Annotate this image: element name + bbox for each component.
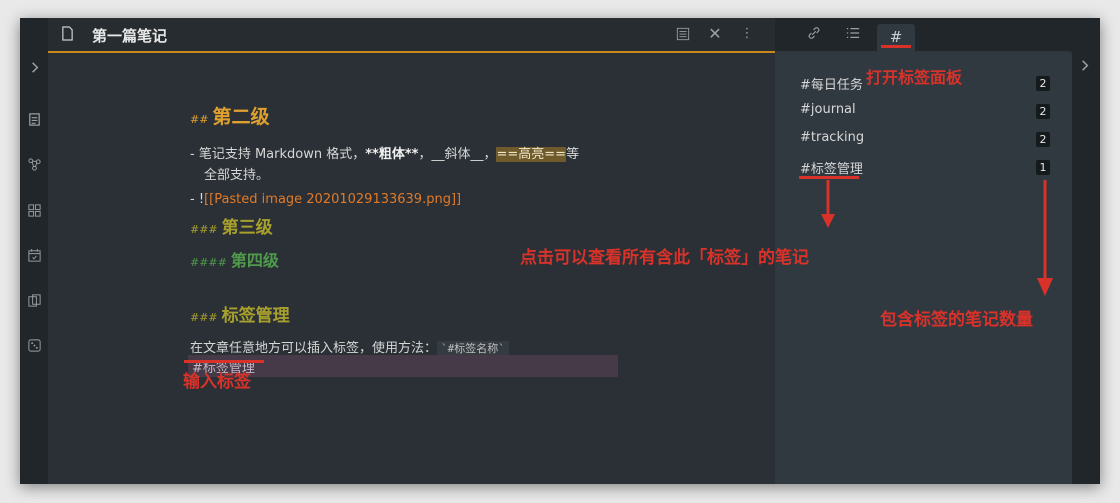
chevron-right-icon[interactable] (1077, 58, 1092, 77)
tag-item[interactable]: #标签管理 (800, 158, 863, 177)
tag-count: 2 (1036, 76, 1050, 91)
random-note-icon[interactable] (24, 336, 44, 356)
open-quick-switcher-icon[interactable] (24, 110, 44, 130)
book-open-icon[interactable] (675, 27, 691, 45)
annotation-underline-input (184, 360, 264, 363)
image-link[interactable]: [[Pasted image 20201029133639.png]] (204, 192, 461, 207)
list-icon[interactable] (845, 26, 861, 44)
editor-header: 第一篇笔记 ✕ ⋮ (48, 18, 775, 53)
link-icon[interactable] (806, 26, 822, 44)
chevron-right-icon[interactable] (24, 58, 44, 78)
annotation-count-note: 包含标签的笔记数量 (880, 310, 1033, 330)
arrow-down-icon (821, 180, 835, 228)
annotation-underline-tag (799, 176, 859, 179)
daily-note-icon[interactable] (24, 246, 44, 266)
file-icon (60, 26, 74, 45)
heading-3-tags: ### 标签管理 (190, 306, 290, 326)
bullet-1-cont: 全部支持。 (204, 168, 270, 183)
tag-item[interactable]: #tracking (800, 130, 864, 145)
annotation-input-tag: 输入标签 (183, 372, 251, 392)
inline-code: `#标签名称` (437, 341, 509, 356)
more-vertical-icon[interactable]: ⋮ (740, 26, 754, 42)
tag-count: 2 (1036, 104, 1050, 119)
tag-count: 1 (1036, 160, 1050, 175)
bullet-1: - 笔记支持 Markdown 格式，**粗体**，__斜体__，==高亮==等 (190, 147, 580, 162)
annotation-underline-tab (881, 45, 911, 48)
editor-pane[interactable]: ## 第二级 - 笔记支持 Markdown 格式，**粗体**，__斜体__，=… (48, 53, 775, 484)
annotation-click-view: 点击可以查看所有含此「标签」的笔记 (520, 248, 809, 268)
close-icon[interactable]: ✕ (707, 26, 723, 42)
templates-icon[interactable] (24, 201, 44, 221)
bullet-2: - ![[Pasted image 20201029133639.png]] (190, 192, 462, 207)
note-title[interactable]: 第一篇笔记 (92, 25, 167, 46)
hash-icon: # (889, 28, 903, 46)
annotation-open-tag-pane: 打开标签面板 (866, 68, 963, 87)
heading-4: #### 第四级 (190, 251, 279, 270)
side-pane-header (775, 18, 1100, 51)
graph-view-icon[interactable] (24, 155, 44, 175)
heading-3: ### 第三级 (190, 218, 273, 238)
paragraph: 在文章任意地方可以插入标签，使用方法： `#标签名称` (190, 337, 509, 356)
heading-2: ## 第二级 (190, 106, 270, 128)
left-ribbon (20, 18, 48, 484)
tag-item[interactable]: #journal (800, 102, 856, 117)
tag-item[interactable]: #每日任务 (800, 74, 863, 93)
tag-count: 2 (1036, 132, 1050, 147)
tag-line[interactable]: #标签管理 (188, 355, 618, 377)
copy-notes-icon[interactable] (24, 291, 44, 311)
arrow-down-icon (1037, 180, 1053, 296)
right-ribbon (1072, 18, 1100, 484)
